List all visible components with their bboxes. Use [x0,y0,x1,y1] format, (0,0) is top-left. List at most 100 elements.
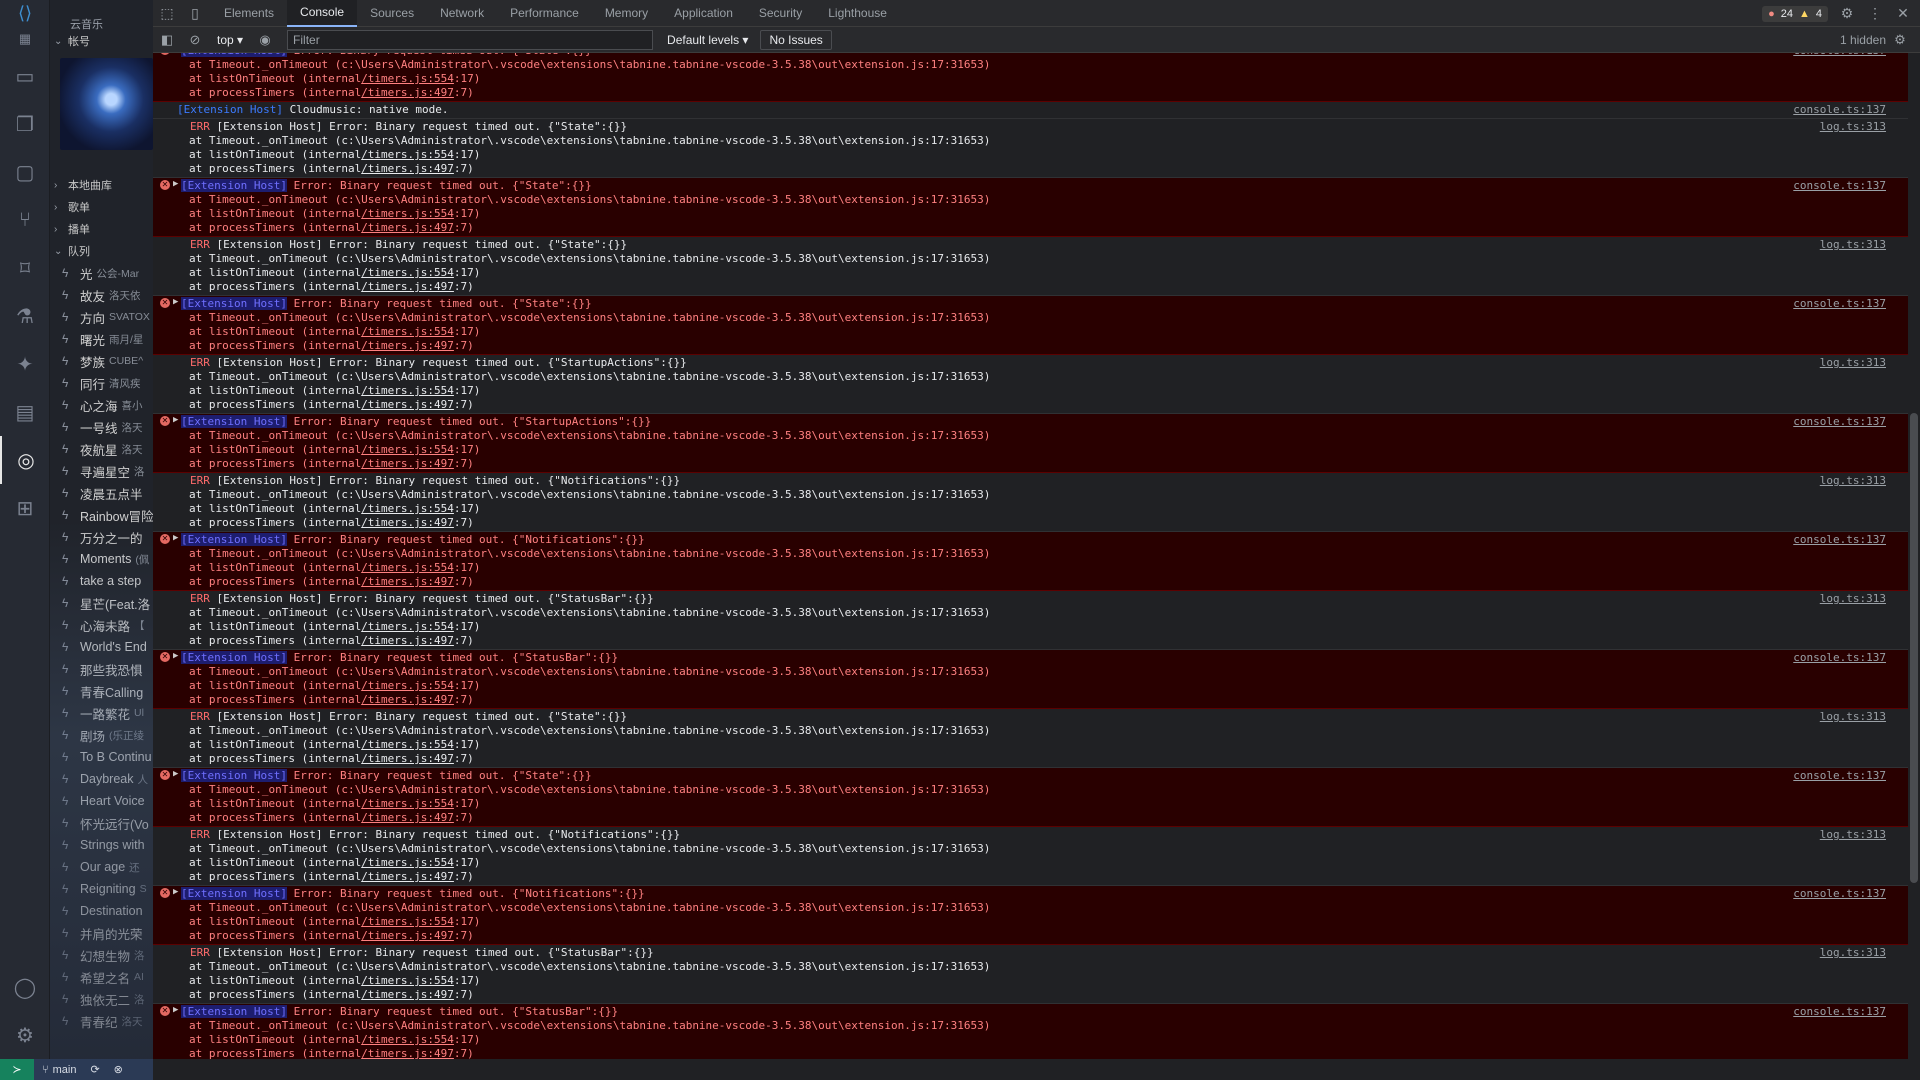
tab-lighthouse[interactable]: Lighthouse [815,0,900,27]
stack-link[interactable]: /timers.js:497 [361,811,454,824]
source-link[interactable]: console.ts:137 [1793,103,1886,116]
stack-link[interactable]: /timers.js:554 [361,325,454,338]
queue-item[interactable]: ϟ 希望之名 AI [50,966,153,988]
source-control-icon[interactable]: ⑂ [0,196,50,244]
device-toolbar-icon[interactable]: ▯ [181,0,209,27]
expand-triangle-icon[interactable]: ▶ [173,533,178,543]
console-message[interactable]: ✕▶[Extension Host] Error: Binary request… [153,886,1908,945]
queue-item[interactable]: ϟ 方向 SVATOX [50,306,153,328]
queue-item[interactable]: ϟ 万分之一的 [50,526,153,548]
source-link[interactable]: console.ts:137 [1793,415,1886,428]
queue-item[interactable]: ϟ 光公会-Mar [50,262,153,284]
queue-item[interactable]: ϟ Our age 还 [50,856,153,878]
stack-link[interactable]: /timers.js:554 [361,561,454,574]
expand-triangle-icon[interactable]: ▶ [173,887,178,897]
close-icon[interactable]: ✕ [1894,5,1912,22]
source-link[interactable]: log.ts:313 [1820,356,1886,369]
stack-link[interactable]: /timers.js:554 [361,266,454,279]
console-message[interactable]: ✕▶[Extension Host] Error: Binary request… [153,768,1908,827]
filter-input[interactable] [287,29,654,50]
console-message[interactable]: ERR [Extension Host] Error: Binary reque… [153,827,1908,886]
stack-link[interactable]: /timers.js:497 [361,339,454,352]
scrollbar-thumb[interactable] [1910,413,1918,883]
music-icon[interactable]: ◎ [0,436,50,484]
stack-link[interactable]: /timers.js:554 [361,148,454,161]
source-link[interactable]: console.ts:137 [1793,887,1886,900]
source-link[interactable]: log.ts:313 [1820,710,1886,723]
issues-button[interactable]: No Issues [760,29,832,50]
source-link[interactable]: log.ts:313 [1820,946,1886,959]
queue-item[interactable]: ϟ To B Continu [50,746,153,768]
settings-gear-icon[interactable]: ⚙ [0,1011,50,1059]
queue-item[interactable]: ϟ 独依无二洛 [50,988,153,1010]
queue-item[interactable]: ϟ Reigniting S [50,878,153,900]
expand-triangle-icon[interactable]: ▶ [173,53,178,54]
sidebar-toggle-icon[interactable]: ◧ [153,27,181,53]
source-link[interactable]: log.ts:313 [1820,120,1886,133]
queue-item[interactable]: ϟ Strings with [50,834,153,856]
queue-item[interactable]: ϟ 那些我恐惧 [50,658,153,680]
stack-link[interactable]: /timers.js:554 [361,384,454,397]
expand-triangle-icon[interactable]: ▶ [173,179,178,189]
expand-triangle-icon[interactable]: ▶ [173,1005,178,1015]
queue-item[interactable]: ϟ 星芒(Feat.洛 [50,592,153,614]
stack-link[interactable]: /timers.js:554 [361,738,454,751]
stack-link[interactable]: /timers.js:554 [361,915,454,928]
tab-network[interactable]: Network [427,0,497,27]
settings-gear-icon[interactable]: ⚙ [1838,5,1856,22]
stack-link[interactable]: /timers.js:554 [361,620,454,633]
queue-item[interactable]: ϟ 幻想生物洛 [50,944,153,966]
section-account[interactable]: ⌄ 帐号 [50,30,153,52]
source-link[interactable]: console.ts:137 [1793,1005,1886,1018]
stack-link[interactable]: /timers.js:497 [361,634,454,647]
source-link[interactable]: console.ts:137 [1793,769,1886,782]
source-link[interactable]: console.ts:137 [1793,179,1886,192]
console-message[interactable]: ✕▶[Extension Host] Error: Binary request… [153,414,1908,473]
stack-link[interactable]: /timers.js:554 [361,443,454,456]
files-icon[interactable]: ❐ [0,100,50,148]
console-message[interactable]: ✕▶[Extension Host] Error: Binary request… [153,296,1908,355]
queue-item[interactable]: ϟ 凌晨五点半 [50,482,153,504]
queue-item[interactable]: ϟ take a step [50,570,153,592]
source-link[interactable]: log.ts:313 [1820,474,1886,487]
queue-item[interactable]: ϟ 心海未路【 [50,614,153,636]
remote-icon[interactable]: ≻ [0,1059,34,1080]
console-message[interactable]: ✕▶[Extension Host] Error: Binary request… [153,1004,1908,1059]
stack-link[interactable]: /timers.js:554 [361,679,454,692]
section-local-library[interactable]: › 本地曲库 [50,174,153,196]
stack-link[interactable]: /timers.js:497 [361,988,454,1001]
console-message[interactable]: ✕▶[Extension Host] Error: Binary request… [153,178,1908,237]
stack-link[interactable]: /timers.js:554 [361,974,454,987]
queue-item[interactable]: ϟ Destination [50,900,153,922]
expand-triangle-icon[interactable]: ▶ [173,415,178,425]
source-link[interactable]: log.ts:313 [1820,828,1886,841]
stack-link[interactable]: /timers.js:497 [361,86,454,99]
queue-item[interactable]: ϟ Heart Voice [50,790,153,812]
tab-elements[interactable]: Elements [211,0,287,27]
console-message[interactable]: [Extension Host] Cloudmusic: native mode… [153,102,1908,119]
stack-link[interactable]: /timers.js:497 [361,929,454,942]
queue-item[interactable]: ϟ 剧场 (乐正绫 [50,724,153,746]
expand-triangle-icon[interactable]: ▶ [173,297,178,307]
section-queue[interactable]: ⌄ 队列 [50,240,153,262]
issue-counter[interactable]: ● 24 ▲ 4 [1762,5,1828,22]
console-message[interactable]: ✕▶[Extension Host] Error: Binary request… [153,53,1908,102]
queue-item[interactable]: ϟ 一号线 洛天 [50,416,153,438]
expand-triangle-icon[interactable]: ▶ [173,769,178,779]
console-message[interactable]: ERR [Extension Host] Error: Binary reque… [153,119,1908,178]
console-message[interactable]: ERR [Extension Host] Error: Binary reque… [153,945,1908,1004]
tab-performance[interactable]: Performance [497,0,592,27]
context-selector[interactable]: top ▾ [209,33,251,47]
queue-item[interactable]: ϟ 怀光远行(Vo [50,812,153,834]
console-message[interactable]: ERR [Extension Host] Error: Binary reque… [153,709,1908,768]
problems-error-icon[interactable]: ⊗ [114,1063,123,1076]
testing-icon[interactable]: ⚗ [0,292,50,340]
queue-item[interactable]: ϟ 一路繁花 Ul [50,702,153,724]
inspect-element-icon[interactable]: ⬚ [153,0,181,27]
stack-link[interactable]: /timers.js:497 [361,752,454,765]
stack-link[interactable]: /timers.js:497 [361,398,454,411]
stack-link[interactable]: /timers.js:554 [361,797,454,810]
console-message[interactable]: ERR [Extension Host] Error: Binary reque… [153,591,1908,650]
queue-item[interactable]: ϟ 寻遍星空洛 [50,460,153,482]
stack-link[interactable]: /timers.js:554 [361,856,454,869]
